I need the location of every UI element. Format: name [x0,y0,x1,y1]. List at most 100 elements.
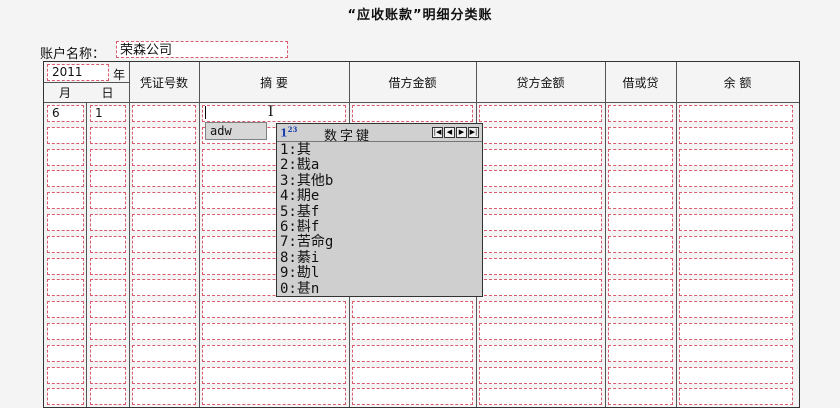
cell-credit[interactable] [479,323,602,340]
account-name-field[interactable]: 荣森公司 [116,41,288,58]
cell-credit[interactable] [479,301,602,319]
cell-balance[interactable] [679,301,793,319]
cell-month[interactable] [47,323,84,340]
cell-dc[interactable] [608,323,673,340]
cell-debit[interactable] [352,344,473,362]
cell-summary[interactable] [202,105,346,122]
cell-dc[interactable] [608,366,673,384]
cell-month[interactable] [47,388,84,406]
cell-day[interactable] [90,192,126,210]
cell-dc[interactable] [608,344,673,362]
cell-day[interactable]: 1 [90,105,126,122]
cell-month[interactable] [47,126,84,144]
cell-dc[interactable] [608,126,673,144]
cell-credit[interactable] [479,257,602,275]
cell-month[interactable] [47,170,84,188]
cell-credit[interactable] [479,344,602,362]
cell-credit[interactable] [479,192,602,210]
cell-dc[interactable] [608,105,673,122]
cell-dc[interactable] [608,388,673,406]
next-page-icon[interactable]: ▶ [456,127,467,138]
cell-day[interactable] [90,366,126,384]
cell-voucher[interactable] [132,126,196,144]
cell-month[interactable] [47,235,84,253]
cell-dc[interactable] [608,170,673,188]
ime-candidate-item[interactable]: 4:期e [280,188,333,204]
cell-balance[interactable] [679,257,793,275]
cell-day[interactable] [90,301,126,319]
last-page-icon[interactable]: ▶| [468,127,479,138]
cell-voucher[interactable] [132,170,196,188]
cell-summary[interactable] [202,323,346,340]
cell-balance[interactable] [679,148,793,166]
cell-dc[interactable] [608,148,673,166]
cell-month[interactable] [47,148,84,166]
ime-candidate-item[interactable]: 9:勘l [280,265,333,281]
ime-candidate-window[interactable]: 123 数字键 |◀ ◀ ▶ ▶| 1:其 2:戡a 3:其他b 4:期e 5:基f 6:… [276,123,483,297]
cell-day[interactable] [90,214,126,231]
cell-balance[interactable] [679,235,793,253]
cell-day[interactable] [90,148,126,166]
cell-month[interactable] [47,301,84,319]
cell-month[interactable] [47,214,84,231]
first-page-icon[interactable]: |◀ [432,127,443,138]
cell-dc[interactable] [608,192,673,210]
cell-voucher[interactable] [132,192,196,210]
cell-balance[interactable] [679,388,793,406]
cell-day[interactable] [90,279,126,297]
cell-day[interactable] [90,257,126,275]
cell-balance[interactable] [679,366,793,384]
cell-month[interactable] [47,192,84,210]
cell-voucher[interactable] [132,366,196,384]
cell-credit[interactable] [479,279,602,297]
cell-debit[interactable] [352,366,473,384]
cell-credit[interactable] [479,235,602,253]
cell-balance[interactable] [679,279,793,297]
ime-candidate-item[interactable]: 0:甚n [280,281,333,297]
cell-credit[interactable] [479,148,602,166]
cell-day[interactable] [90,388,126,406]
cell-credit[interactable] [479,388,602,406]
cell-balance[interactable] [679,170,793,188]
ime-candidate-item[interactable]: 1:其 [280,142,333,158]
cell-month[interactable] [47,344,84,362]
cell-day[interactable] [90,126,126,144]
cell-summary[interactable] [202,366,346,384]
cell-debit[interactable] [352,388,473,406]
cell-balance[interactable] [679,126,793,144]
cell-day[interactable] [90,235,126,253]
cell-dc[interactable] [608,257,673,275]
cell-day[interactable] [90,344,126,362]
cell-credit[interactable] [479,126,602,144]
cell-voucher[interactable] [132,235,196,253]
cell-dc[interactable] [608,214,673,231]
ime-candidate-item[interactable]: 7:苦命g [280,235,333,251]
cell-day[interactable] [90,170,126,188]
ime-candidate-item[interactable]: 2:戡a [280,157,333,173]
cell-credit[interactable] [479,170,602,188]
year-field[interactable]: 2011 [47,64,109,81]
cell-voucher[interactable] [132,257,196,275]
cell-credit[interactable] [479,105,602,122]
cell-balance[interactable] [679,344,793,362]
cell-credit[interactable] [479,366,602,384]
cell-voucher[interactable] [132,301,196,319]
cell-dc[interactable] [608,301,673,319]
prev-page-icon[interactable]: ◀ [444,127,455,138]
cell-credit[interactable] [479,214,602,231]
cell-month[interactable] [47,279,84,297]
cell-voucher[interactable] [132,148,196,166]
cell-summary[interactable] [202,301,346,319]
cell-day[interactable] [90,323,126,340]
ime-candidate-item[interactable]: 5:基f [280,204,333,220]
cell-balance[interactable] [679,214,793,231]
cell-debit[interactable] [352,323,473,340]
cell-dc[interactable] [608,235,673,253]
ime-candidate-item[interactable]: 8:綦i [280,250,333,266]
cell-voucher[interactable] [132,105,196,122]
cell-debit[interactable] [352,105,473,122]
cell-balance[interactable] [679,105,793,122]
cell-voucher[interactable] [132,388,196,406]
cell-month[interactable] [47,257,84,275]
cell-balance[interactable] [679,323,793,340]
